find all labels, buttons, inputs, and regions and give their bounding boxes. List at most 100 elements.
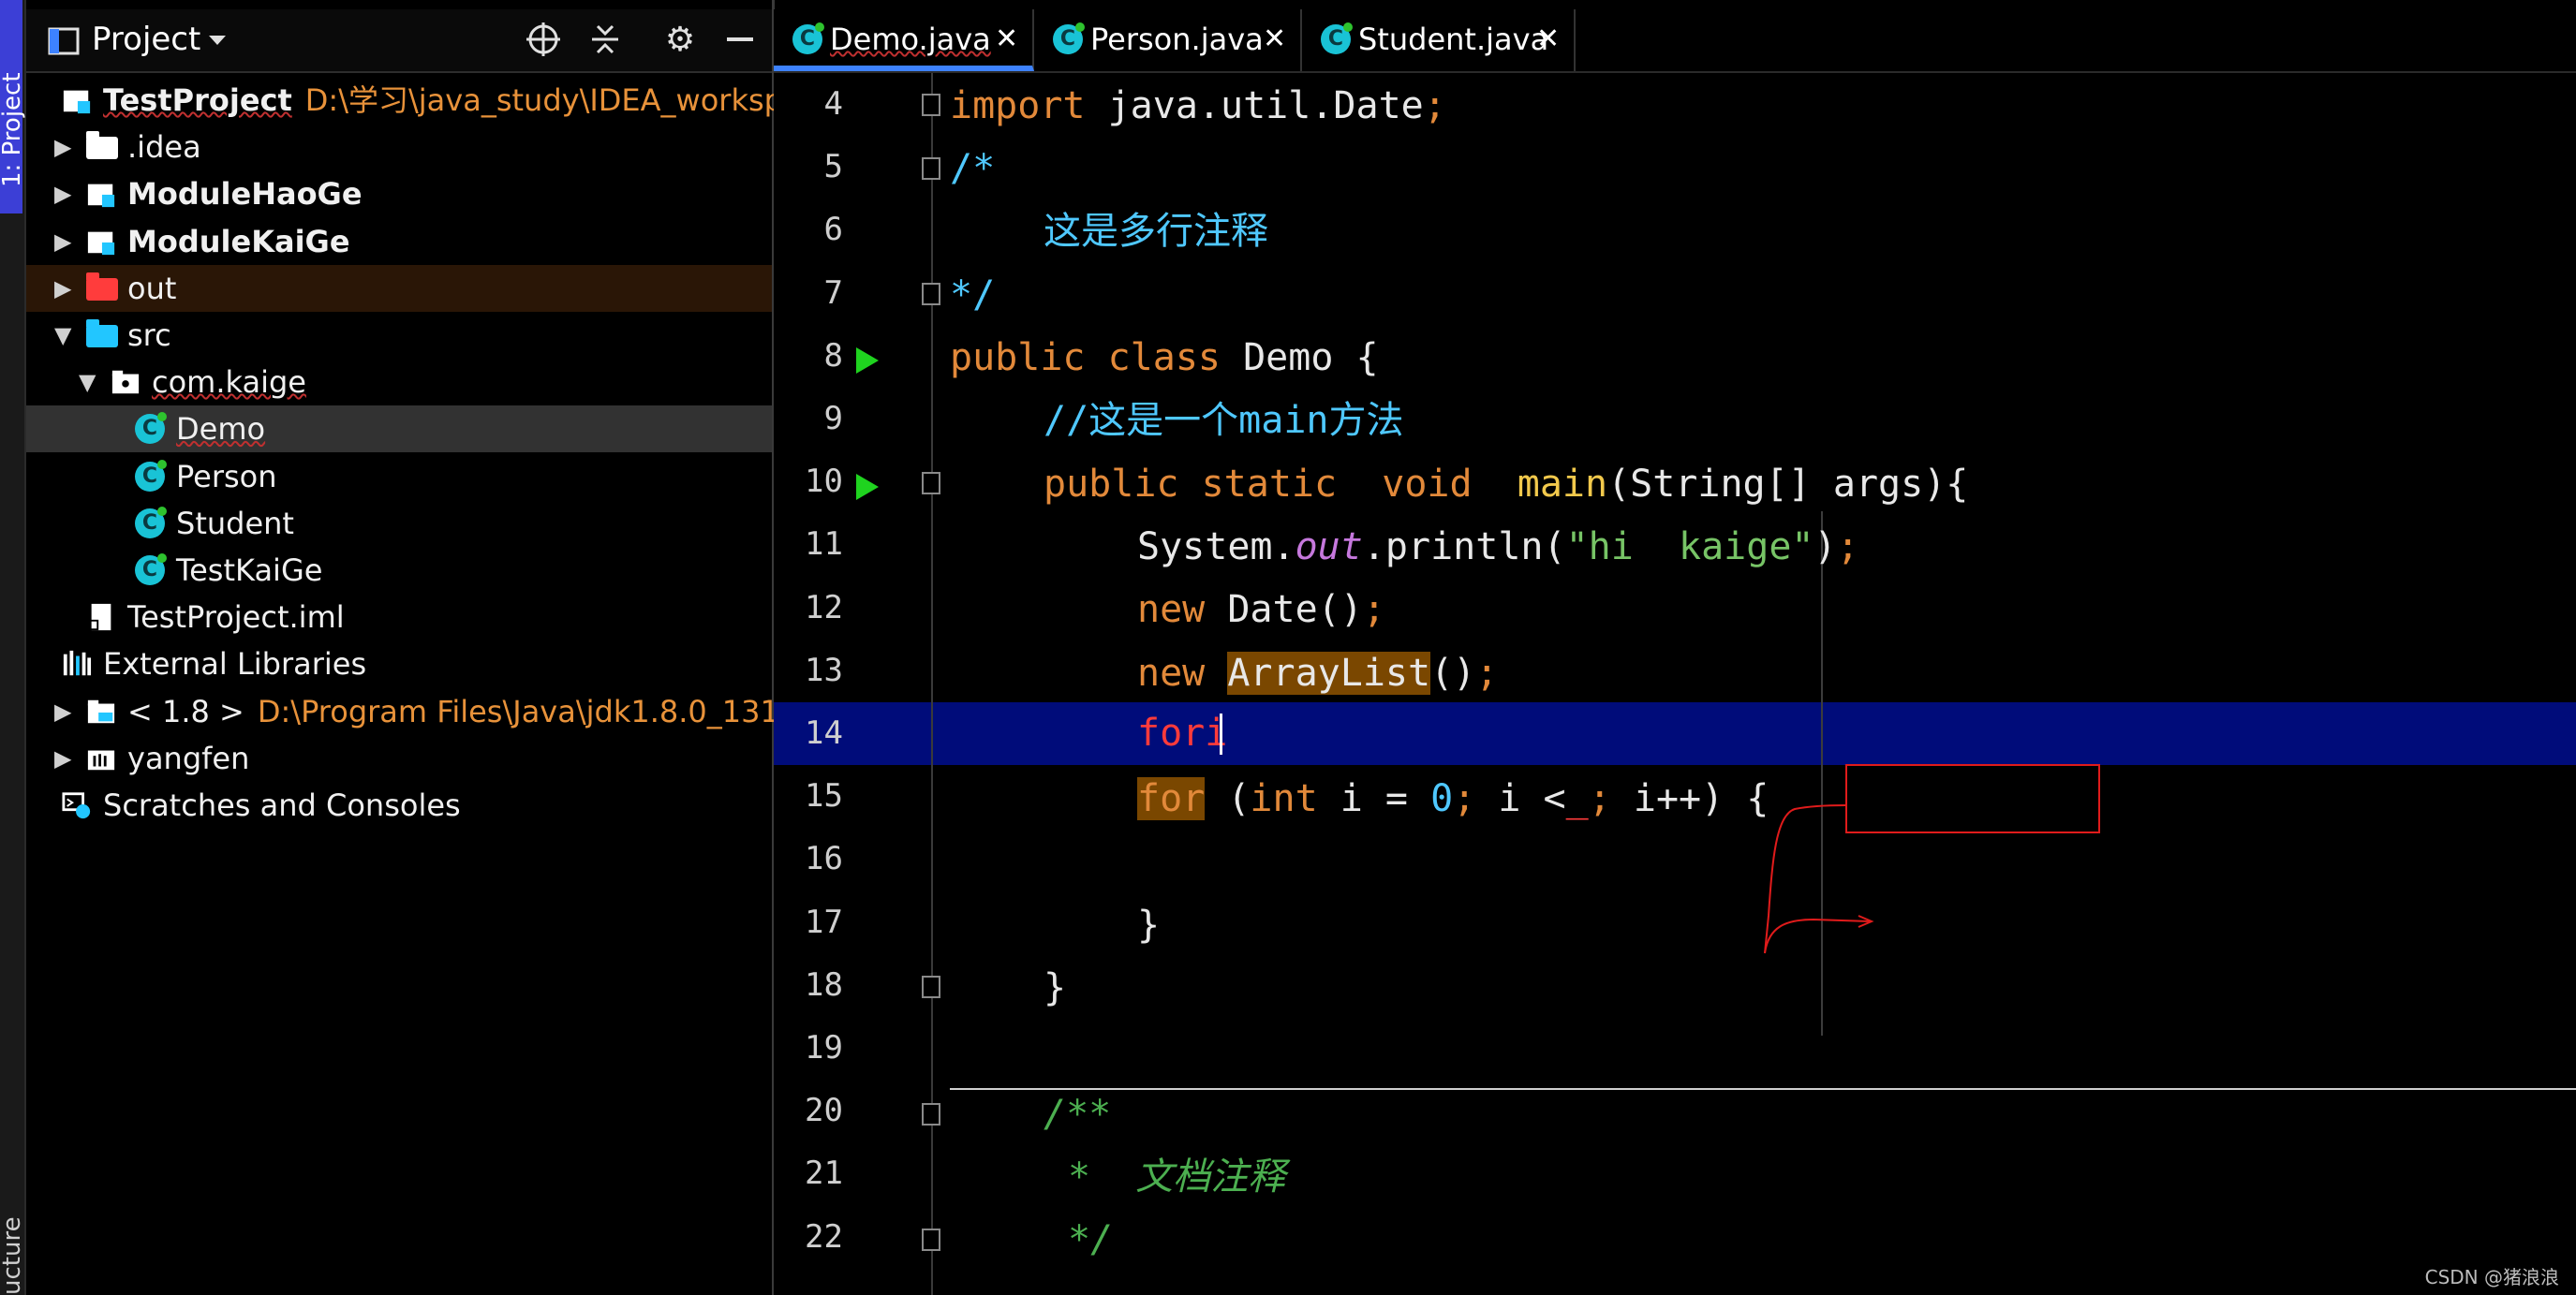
project-panel-header: Project ⚙ (26, 9, 772, 73)
editor-tab-bar: C Demo.java ✕ C Person.java ✕ C Student.… (774, 9, 2576, 73)
module-icon (63, 90, 91, 114)
tree-item-label: TestKaiGe (176, 547, 322, 594)
tree-item-text: src (127, 317, 171, 353)
tree-item-label: yangfen (127, 735, 249, 782)
project-tool-label: 1: Project (0, 72, 26, 187)
tree-item-text: ModuleKaiGe (127, 223, 350, 259)
tree-item-label: src (127, 312, 171, 359)
chevron-down-icon[interactable]: ▼ (79, 359, 96, 405)
tree-item-label: TestProject D:\学习\java_study\IDEA_workspa… (103, 77, 878, 124)
tree-item-testproject[interactable]: TestProject D:\学习\java_study\IDEA_workspa… (26, 77, 878, 124)
tree-item-testproject-iml[interactable]: TestProject.iml (26, 594, 772, 640)
tab-label: Student.java (1358, 22, 1549, 57)
close-icon[interactable]: ✕ (995, 9, 1018, 69)
tree-item-text: External Libraries (103, 646, 367, 683)
tree-item-demo[interactable]: C Demo (26, 405, 772, 453)
tree-item-label: Demo (176, 405, 265, 452)
tree-item-path: D:\Program Files\Java\jdk1.8.0_131 (257, 693, 779, 729)
tree-item-modulehaoge[interactable]: ▶ ModuleHaoGe (26, 170, 772, 217)
scratches-icon (62, 792, 91, 819)
annotation-arrow (1764, 804, 1874, 954)
tree-item-label: ModuleKaiGe (127, 218, 350, 265)
code-editor[interactable]: 4 5 6 7 8 9 10 11 12 13 14 fori 15 16 17 18 19 20 21 22 imp… (774, 73, 2576, 1295)
project-tool-button[interactable]: 1: Project (0, 0, 26, 213)
minimize-icon[interactable] (719, 19, 761, 60)
folder-icon (86, 319, 118, 347)
tab-person-java[interactable]: C Person.java ✕ (1034, 9, 1302, 71)
tree-item-text: .idea (127, 129, 201, 166)
project-panel-title[interactable]: Project (92, 21, 200, 58)
locate-icon[interactable] (523, 19, 564, 60)
watermark: CSDN @猪浪浪 (2424, 1266, 2559, 1288)
chevron-right-icon[interactable]: ▶ (54, 265, 71, 312)
close-icon[interactable]: ✕ (1263, 9, 1286, 69)
tree-item-text: ModuleHaoGe (127, 176, 363, 213)
class-icon: C (135, 506, 167, 538)
tree-item-label: out (127, 265, 176, 312)
tree-item-label: External Libraries (103, 640, 366, 687)
tree-item-idea[interactable]: ▶ .idea (26, 124, 772, 170)
chevron-down-icon[interactable] (197, 19, 238, 60)
chevron-right-icon[interactable]: ▶ (54, 124, 71, 170)
tree-item-label: < 1.8 > D:\Program Files\Java\jdk1.8.0_13… (127, 688, 779, 735)
tab-label: Person.java (1090, 22, 1264, 57)
chevron-right-icon[interactable]: ▶ (54, 688, 71, 735)
tree-item-person[interactable]: C Person (26, 453, 772, 500)
tree-item-text: TestKaiGe (176, 552, 323, 588)
tree-item-external-libraries[interactable]: External Libraries (26, 640, 772, 687)
folder-icon (86, 272, 118, 301)
chevron-right-icon[interactable]: ▶ (54, 735, 71, 782)
project-panel: Project ⚙ TestProject D:\学习\java_study\ID… (26, 0, 878, 1295)
tree-item-text: yangfen (127, 740, 250, 776)
tree-item-out[interactable]: ▶ out (26, 264, 772, 312)
chevron-right-icon[interactable]: ▶ (54, 170, 71, 217)
tree-item-1-8[interactable]: ▶ < 1.8 > D:\Program Files\Java\jdk1.8.0_1… (26, 688, 779, 735)
tree-item-label: Student (176, 500, 294, 547)
tree-item-com-kaige[interactable]: ▼ com.kaige (26, 359, 772, 405)
close-icon[interactable]: ✕ (1536, 9, 1560, 69)
tree-item-text: TestProject (103, 82, 292, 118)
tree-item-label: TestProject.iml (127, 594, 345, 640)
tree-item-label: com.kaige (152, 359, 306, 405)
tree-item-src[interactable]: ▼ src (26, 312, 772, 359)
tree-item-label: ModuleHaoGe (127, 170, 363, 217)
class-icon: C (1321, 22, 1353, 54)
tree-item-scratches-and-consoles[interactable]: Scratches and Consoles (26, 782, 772, 829)
class-icon: C (792, 22, 824, 54)
tree-item-student[interactable]: C Student (26, 500, 772, 547)
tab-label: Demo.java (830, 22, 991, 57)
chevron-down-icon[interactable]: ▼ (54, 312, 71, 359)
tree-item-text: Person (176, 458, 277, 494)
tree-item-text: Student (176, 505, 294, 541)
tab-demo-java[interactable]: C Demo.java ✕ (774, 9, 1034, 71)
folder-icon (86, 131, 118, 160)
libraries-icon (63, 651, 92, 676)
tree-item-text: com.kaige (152, 364, 306, 401)
tree-item-yangfen[interactable]: ▶ yangfen (26, 735, 772, 782)
tree-item-text: out (127, 270, 177, 306)
tab-student-java[interactable]: C Student.java ✕ (1302, 9, 1576, 71)
tree-item-label: Person (176, 453, 277, 500)
class-icon: C (135, 553, 167, 585)
tree-item-modulekaige[interactable]: ▶ ModuleKaiGe (26, 218, 772, 265)
gear-icon[interactable]: ⚙ (659, 19, 701, 60)
module-icon (87, 184, 115, 208)
library-icon (87, 750, 115, 771)
collapse-all-icon[interactable] (585, 19, 626, 60)
class-icon: C (135, 459, 167, 492)
structure-tool-label[interactable]: ucture (0, 1216, 26, 1295)
tree-item-label: Scratches and Consoles (103, 782, 461, 829)
view-mode-icon[interactable] (43, 21, 84, 62)
tree-item-text: TestProject.iml (127, 599, 345, 636)
chevron-right-icon[interactable]: ▶ (54, 218, 71, 265)
class-icon: C (135, 412, 167, 445)
module-icon (87, 231, 115, 255)
tree-item-text: Scratches and Consoles (103, 787, 461, 823)
tree-item-testkaige[interactable]: C TestKaiGe (26, 547, 772, 594)
jdk-icon (87, 699, 115, 723)
iml-file-icon (89, 604, 111, 631)
package-icon (111, 370, 140, 394)
tree-item-label: .idea (127, 124, 201, 170)
tree-item-text: Demo (176, 411, 266, 448)
tree-item-text: < 1.8 > (127, 693, 244, 729)
